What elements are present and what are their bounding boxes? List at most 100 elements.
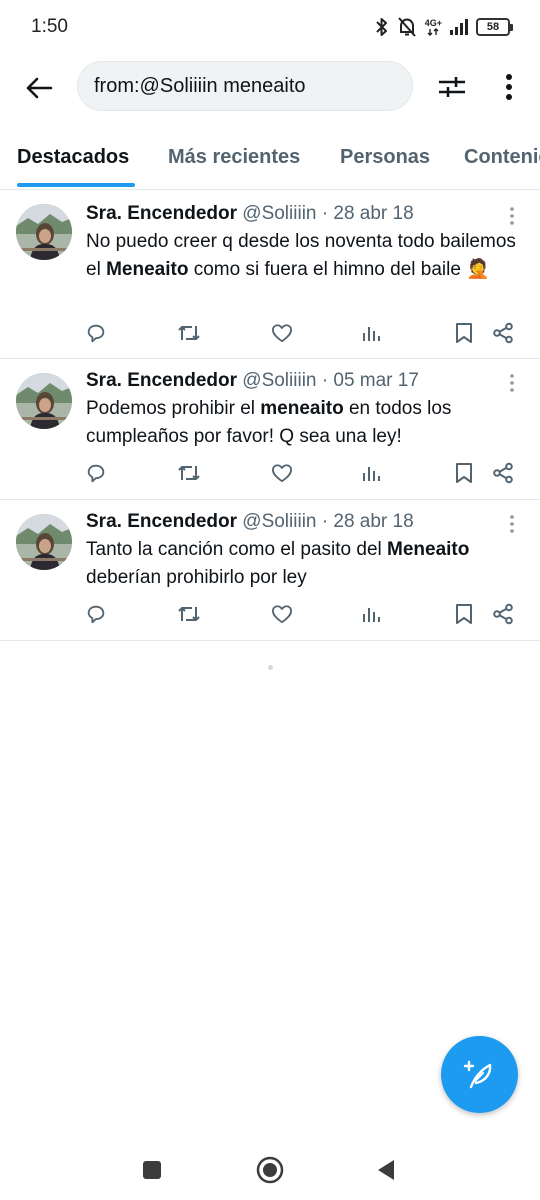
share-icon: [493, 462, 513, 484]
share-button[interactable]: [488, 599, 518, 629]
author-name[interactable]: Sra. Encendedor: [86, 511, 237, 532]
retweet-button[interactable]: [174, 599, 204, 629]
tab-destacados[interactable]: Destacados: [17, 146, 129, 169]
avatar[interactable]: [16, 514, 72, 570]
battery-icon: 58: [476, 18, 513, 36]
avatar[interactable]: [16, 204, 72, 260]
tweet[interactable]: Sra. Encendedor @Soliiiin · 28 abr 18 Ta…: [0, 500, 540, 641]
author-handle[interactable]: @Soliiiin: [242, 370, 316, 391]
reply-button[interactable]: [81, 599, 111, 629]
author-handle[interactable]: @Soliiiin: [242, 511, 316, 532]
search-tabs: Destacados Más recientes Personas Conten…: [0, 132, 540, 190]
tweet-header: Sra. Encendedor @Soliiiin · 05 mar 17: [86, 370, 419, 392]
tweet[interactable]: Sra. Encendedor @Soliiiin · 05 mar 17 Po…: [0, 359, 540, 500]
bookmark-button[interactable]: [449, 458, 479, 488]
reply-button[interactable]: [81, 458, 111, 488]
reply-icon: [87, 464, 105, 483]
separator-dot: ·: [321, 370, 329, 391]
recents-button[interactable]: [134, 1152, 170, 1188]
share-button[interactable]: [488, 458, 518, 488]
views-icon: [363, 608, 380, 622]
search-highlight: Meneaito: [387, 539, 470, 560]
tweet-text-part: deberían prohibirlo por ley: [86, 567, 307, 588]
share-icon: [493, 322, 513, 344]
tweet-date[interactable]: 28 abr 18: [333, 203, 413, 224]
views-icon: [363, 467, 380, 481]
tweet-text: No puedo creer q desde los noventa todo …: [86, 228, 526, 284]
tab-personas[interactable]: Personas: [340, 146, 430, 169]
network-label: 4G+: [424, 17, 442, 28]
tweet-header: Sra. Encendedor @Soliiiin · 28 abr 18: [86, 203, 414, 225]
network-icon: 4G+: [424, 17, 442, 36]
like-icon: [271, 464, 292, 483]
bookmark-icon: [456, 323, 472, 343]
filter-sliders-icon: [439, 77, 465, 97]
separator-dot: ·: [321, 203, 329, 224]
like-button[interactable]: [267, 458, 297, 488]
search-highlight: Meneaito: [106, 259, 189, 280]
tweet-text: Tanto la canción como el pasito del Mene…: [86, 536, 526, 592]
search-highlight: meneaito: [260, 398, 344, 419]
compose-feather-icon: [463, 1060, 491, 1088]
status-time: 1:50: [31, 16, 68, 37]
like-button[interactable]: [267, 599, 297, 629]
reply-icon: [87, 605, 105, 624]
reply-icon: [87, 324, 105, 343]
retweet-icon: [178, 607, 200, 621]
bookmark-icon: [456, 463, 472, 483]
tab-contenido[interactable]: Contenido: [464, 146, 540, 169]
share-button[interactable]: [488, 318, 518, 348]
more-vertical-icon: [506, 74, 512, 100]
bookmark-button[interactable]: [449, 318, 479, 348]
tab-mas-recientes[interactable]: Más recientes: [168, 146, 300, 169]
author-handle[interactable]: @Soliiiin: [242, 203, 316, 224]
bluetooth-icon: [375, 16, 389, 38]
search-header: [0, 56, 540, 120]
author-name[interactable]: Sra. Encendedor: [86, 203, 237, 224]
avatar[interactable]: [16, 373, 72, 429]
loading-indicator: [268, 665, 273, 670]
author-name[interactable]: Sra. Encendedor: [86, 370, 237, 391]
home-circle-icon: [256, 1156, 284, 1184]
like-icon: [271, 324, 292, 343]
tweet-header: Sra. Encendedor @Soliiiin · 28 abr 18: [86, 511, 414, 533]
reply-button[interactable]: [81, 318, 111, 348]
bookmark-icon: [456, 604, 472, 624]
tweet[interactable]: Sra. Encendedor @Soliiiin · 28 abr 18 No…: [0, 190, 540, 359]
retweet-button[interactable]: [174, 318, 204, 348]
more-options-button[interactable]: [493, 69, 525, 105]
tweet-date[interactable]: 28 abr 18: [333, 511, 413, 532]
retweet-button[interactable]: [174, 458, 204, 488]
status-icons: 4G+ 58: [375, 15, 513, 39]
retweet-icon: [178, 466, 200, 480]
more-vertical-icon: [510, 515, 514, 533]
tweet-date[interactable]: 05 mar 17: [333, 370, 419, 391]
views-icon: [363, 327, 380, 341]
like-button[interactable]: [267, 318, 297, 348]
recents-square-icon: [143, 1161, 161, 1179]
bell-off-icon: [397, 16, 417, 38]
tweet-text-part: Tanto la canción como el pasito del: [86, 539, 388, 560]
tweet-more-button[interactable]: [502, 204, 522, 228]
status-bar: 1:50 4G+ 58: [0, 0, 540, 56]
more-vertical-icon: [510, 374, 514, 392]
signal-icon: [450, 19, 468, 35]
views-button[interactable]: [356, 458, 386, 488]
search-box[interactable]: [77, 61, 413, 111]
search-input[interactable]: [94, 62, 404, 110]
tweet-text: Podemos prohibir el meneaito en todos lo…: [86, 395, 526, 451]
like-icon: [271, 605, 292, 624]
separator-dot: ·: [321, 511, 329, 532]
back-button[interactable]: [20, 69, 58, 107]
compose-tweet-button[interactable]: [441, 1036, 518, 1113]
tweet-more-button[interactable]: [502, 512, 522, 536]
system-back-button[interactable]: [368, 1152, 404, 1188]
filter-button[interactable]: [432, 69, 472, 105]
views-button[interactable]: [356, 318, 386, 348]
bookmark-button[interactable]: [449, 599, 479, 629]
more-vertical-icon: [510, 207, 514, 225]
home-button[interactable]: [252, 1152, 288, 1188]
tweet-text-part: Podemos prohibir el: [86, 398, 261, 419]
views-button[interactable]: [356, 599, 386, 629]
tweet-more-button[interactable]: [502, 371, 522, 395]
